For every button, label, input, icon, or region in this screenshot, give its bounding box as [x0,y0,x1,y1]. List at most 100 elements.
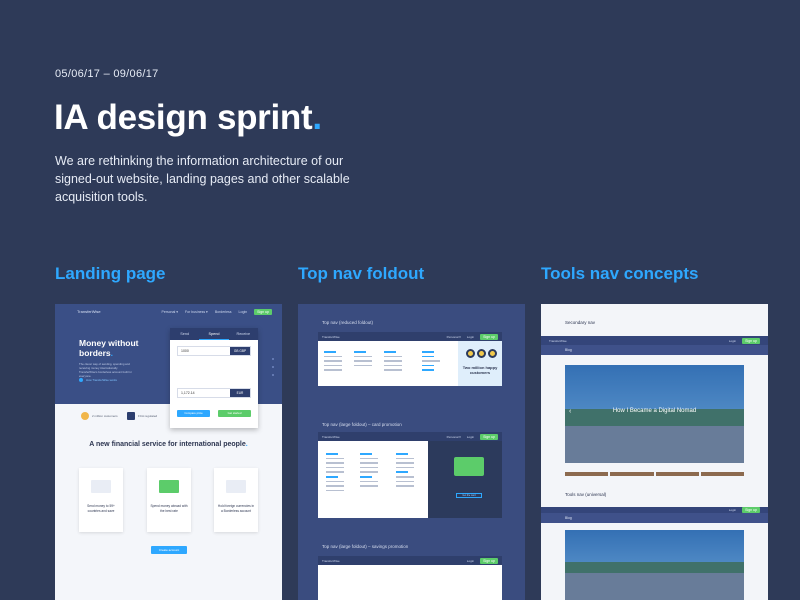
trust-customers-label: 2 million customers [92,414,118,418]
tools-logo-1: TransferWise [549,339,567,343]
foldout-section-card: Top nav (large foldout) – card promotion [322,422,402,427]
landing-signup-button[interactable]: Sign up [254,309,272,315]
foldout-large-col-3 [396,453,414,487]
tools-navbar-1: TransferWise Login Sign up [541,336,768,345]
foldout-mockup[interactable]: Top nav (reduced foldout) TransferWise P… [298,304,525,600]
shield-icon [127,412,135,420]
feature-hold-caption: Hold foreign currencies in a Borderless … [217,504,255,513]
foldout-customers-promo[interactable]: Two million happy customers [458,341,502,386]
landing-video-link[interactable]: How TransferWise works [79,378,117,382]
foldout-navbar-3: TransferWise Login Sign up [318,556,502,565]
blog-thumbnails[interactable] [565,472,744,476]
tab-receive[interactable]: Receive [229,328,258,340]
foldout-signup-3[interactable]: Sign up [480,558,498,564]
foldout-promo-text: Two million happy customers [462,365,498,375]
landing-nav: Personal ▾ For business ▾ Borderless Log… [162,309,272,315]
calculator-tabs: Send Spend Receive [170,328,258,340]
landing-headline-dot: . [110,348,114,358]
receive-currency-select[interactable]: EUR [230,389,250,397]
landing-section-title: A new financial service for internationa… [55,440,282,449]
tools-login-2[interactable]: Login [729,508,736,512]
receive-amount-value: 1,172.14 [181,391,195,395]
landing-section-dot: . [245,441,248,448]
foldout-reduced-panel: Two million happy customers [318,341,502,386]
card-illustration [159,480,179,493]
tools-login-1[interactable]: Login [729,339,736,343]
map-pin-illustration [226,480,246,493]
tools-section-universal: Tools nav (universal) [565,492,607,497]
avatar-group-icon [466,349,497,358]
landing-logo: TransferWise [77,309,101,314]
send-amount-value: 1000 [181,349,189,353]
foldout-signup-1[interactable]: Sign up [480,334,498,340]
customers-icon [81,412,89,420]
get-started-button[interactable]: Get started [218,410,251,417]
landing-nav-personal[interactable]: Personal ▾ [162,310,179,314]
debit-card-icon [454,457,484,476]
foldout-logo-2: TransferWise [322,435,340,439]
trust-customers: 2 million customers [81,412,118,420]
foldout-nav-login-3[interactable]: Login [467,559,474,563]
landing-calculator: Send Spend Receive 1000 GB GBP 1,172.14 EU… [170,328,258,428]
landing-video-link-label: How TransferWise works [86,378,117,382]
feature-spend-caption: Spend money abroad with the best rate [150,504,188,513]
landing-section-title-text: A new financial service for internationa… [89,441,246,448]
landing-headline-text: Money without borders [79,338,139,358]
date-range: 05/06/17 – 09/06/17 [55,68,159,80]
send-amount-field[interactable]: 1000 GB GBP [177,346,251,356]
foldout-nav-login-1[interactable]: Login [467,335,474,339]
landing-pagination-dots[interactable] [272,358,274,376]
foldout-large-col-2 [360,453,378,487]
receive-amount-field[interactable]: 1,172.14 EUR [177,388,251,398]
landing-nav-business[interactable]: For business ▾ [185,310,208,314]
blog-hero-image-2[interactable] [565,530,744,600]
tools-blog-label-1[interactable]: Blog [565,348,572,352]
tools-blog-label-2[interactable]: Blog [565,516,572,520]
trust-regulated-label: FCA regulated [138,414,158,418]
landing-page-mockup[interactable]: TransferWise Personal ▾ For business ▾ B… [55,304,282,600]
foldout-nav-login-2[interactable]: Login [467,435,474,439]
tools-signup-1[interactable]: Sign up [742,338,760,344]
landing-nav-login[interactable]: Login [239,310,248,314]
title-dot: . [312,98,322,137]
foldout-large-panel [318,441,428,518]
trust-regulated: FCA regulated [127,412,157,420]
feature-send-caption: Send money to 59+ countries and save [87,504,115,513]
foldout-logo-1: TransferWise [322,335,340,339]
title-text: IA design sprint [54,98,313,137]
feature-card-hold[interactable]: Hold foreign currencies in a Borderless … [214,468,258,532]
foldout-section-reduced: Top nav (reduced foldout) [322,320,374,325]
foldout-col-2 [354,351,372,367]
send-currency-select[interactable]: GB GBP [230,347,250,355]
get-card-button[interactable]: Get the card [456,493,482,498]
tools-nav-mockup[interactable]: Secondary nav TransferWise Login Sign up … [541,304,768,600]
foldout-nav-personal-2[interactable]: Personal ▾ [447,435,461,439]
compare-price-button[interactable]: Compare price [177,410,210,417]
landing-headline: Money without borders. [79,338,159,358]
create-account-button[interactable]: Create account [151,546,187,554]
foldout-signup-2[interactable]: Sign up [480,434,498,440]
foldout-card-promo[interactable]: Get the card [428,441,502,518]
feature-card-send[interactable]: Send money to 59+ countries and save [79,468,123,532]
column-title-landing: Landing page [55,264,166,283]
foldout-large-col-1 [326,453,344,492]
play-icon [79,378,83,382]
intro-text: We are rethinking the information archit… [55,154,350,204]
foldout-navbar-2: TransferWise Personal ▾ Login Sign up [318,432,502,441]
feature-card-spend[interactable]: Spend money abroad with the best rate [147,468,191,532]
tab-spend[interactable]: Spend [199,328,229,340]
landing-nav-borderless[interactable]: Borderless [215,310,232,314]
blog-hero-image[interactable]: ‹ How I Became a Digital Nomad [565,365,744,463]
foldout-col-3 [384,351,402,371]
foldout-savings-panel [318,565,502,600]
tools-section-secondary: Secondary nav [565,320,596,325]
send-money-illustration [91,480,111,493]
tab-send[interactable]: Send [170,328,199,340]
foldout-col-1 [324,351,342,371]
landing-subtext: The clever way of sending, spending and … [79,362,132,378]
blog-hero-title: How I Became a Digital Nomad [612,408,697,414]
foldout-navbar-1: TransferWise Personal ▾ Login Sign up [318,332,502,341]
foldout-nav-personal-1[interactable]: Personal ▾ [447,335,461,339]
page-title: IA design sprint. [54,98,322,138]
foldout-col-4 [422,351,440,371]
